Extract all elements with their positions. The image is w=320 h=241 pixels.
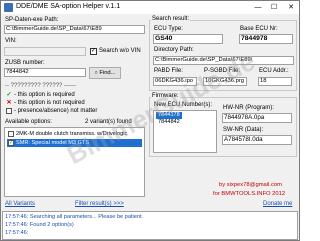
sp-daten-label: SP-Daten-exe Path: — [5, 17, 59, 23]
search-without-vin-label: Search w/o VIN — [99, 48, 141, 54]
window-title: DDE/DME SA-option Helper v.1.1 — [16, 3, 121, 10]
available-options-list[interactable]: 2MK-M double clutch transmiss. w/Drivelo… — [4, 127, 145, 197]
psgbd-file-field[interactable]: 10GKG436.prg — [203, 77, 247, 86]
sp-daten-path-field[interactable]: C:\BimmerGuide.de\SP_Data\67\E89 — [4, 25, 145, 34]
hw-nr-field[interactable]: 7844978A.0pa — [222, 113, 292, 123]
vin-field[interactable] — [4, 47, 86, 56]
donate-link[interactable]: Donate me — [263, 201, 292, 207]
base-ecu-field[interactable]: 7844978 — [239, 34, 293, 44]
list-item[interactable]: 2MK-M double clutch transmiss. w/Drivelo… — [7, 130, 142, 138]
option-state-box-icon — [8, 131, 14, 137]
credit-author: by sixpex78@gmail.com — [219, 182, 282, 188]
list-item-selected[interactable]: ✓ SMR: Special model M3 GTS — [7, 139, 142, 147]
maximize-button[interactable]: ☐ — [266, 1, 282, 14]
log-line: 17:57:46: Searching all parameters... Pl… — [5, 214, 144, 220]
legend-not-required-text: - this option is not required — [14, 100, 85, 106]
pabd-file-field[interactable]: 06DKG436.ipo — [153, 77, 197, 86]
option-label: 2MK-M double clutch transmiss. w/Drivelo… — [16, 131, 128, 137]
legend-not-matter-text: - presence/absence) not matter — [14, 108, 98, 114]
ecu-type-field[interactable]: GS40 — [153, 34, 223, 44]
search-result-label: Search result: — [151, 16, 191, 22]
sa-section-header: -- ????????? ?????? ------ — [5, 83, 77, 89]
required-check-icon: ✓ — [6, 92, 12, 98]
hw-nr-label: HW-NR (Program): — [223, 105, 274, 111]
list-item-selected[interactable]: 7844178 — [156, 112, 182, 119]
directory-path-label: Directory Path: — [154, 47, 194, 53]
not-required-x-icon: ✕ — [6, 100, 12, 106]
sw-nr-label: SW-NR (Data): — [223, 127, 264, 133]
ecu-type-label: ECU Type: — [154, 26, 183, 32]
ecu-addr-field[interactable]: 18 — [258, 77, 292, 86]
new-ecu-numbers-label: New ECU Number(s): — [154, 102, 213, 108]
search-without-vin-checkbox[interactable]: ✓ — [90, 48, 97, 55]
directory-path-field[interactable]: C:\BimmerGuide.de\SP_Data\67\E89\ — [153, 56, 294, 65]
firmware-label: Firmware: — [151, 93, 180, 99]
close-button[interactable]: ✕ — [283, 1, 299, 14]
new-ecu-numbers-list[interactable]: 7844178 7844842 — [153, 110, 217, 153]
zusb-label: ZUSB number: — [5, 60, 45, 66]
all-variants-link[interactable]: All Variants — [5, 201, 35, 207]
not-matter-box-icon — [6, 108, 12, 114]
vin-label: VIN: — [5, 38, 17, 44]
log-line: 17:57:46: Found 2 option(s) — [5, 222, 74, 228]
search-icon: ⌕ — [94, 70, 98, 76]
minimize-button[interactable]: — — [250, 1, 266, 14]
ecu-addr-label: ECU Addr.: — [259, 68, 289, 74]
log-output[interactable]: 17:57:46: Searching all parameters... Pl… — [2, 211, 298, 240]
option-check-icon: ✓ — [8, 140, 14, 146]
find-button-label: Find... — [99, 70, 116, 76]
title-bar: DDE/DME SA-option Helper v.1.1 — ☐ ✕ — [1, 1, 299, 14]
filter-results-link[interactable]: Filter result(s) >>> — [75, 201, 124, 207]
app-window: DDE/DME SA-option Helper v.1.1 — ☐ ✕ SP-… — [0, 0, 300, 241]
available-options-label: Available options: — [5, 119, 52, 125]
legend-required-text: - this option is required — [14, 92, 75, 98]
psgbd-file-label: P-SGBD File: — [204, 68, 241, 74]
list-item[interactable]: 7844842 — [156, 119, 182, 126]
credit-site: for BMWTOOLS.INFO 2012 — [213, 191, 286, 197]
find-button[interactable]: ⌕ Find... — [89, 67, 121, 79]
pabd-file-label: PABD File: — [154, 68, 183, 74]
base-ecu-label: Base ECU Nr: — [240, 26, 278, 32]
app-icon — [4, 3, 13, 12]
zusb-number-field[interactable]: 7844842 — [4, 68, 86, 77]
option-label: SMR: Special model M3 GTS — [16, 140, 90, 146]
log-line: 17:57:46: — [5, 230, 29, 236]
sw-nr-field[interactable]: A784578I.0da — [222, 135, 292, 145]
variants-count-label: 2 variant(s) found — [85, 119, 132, 125]
